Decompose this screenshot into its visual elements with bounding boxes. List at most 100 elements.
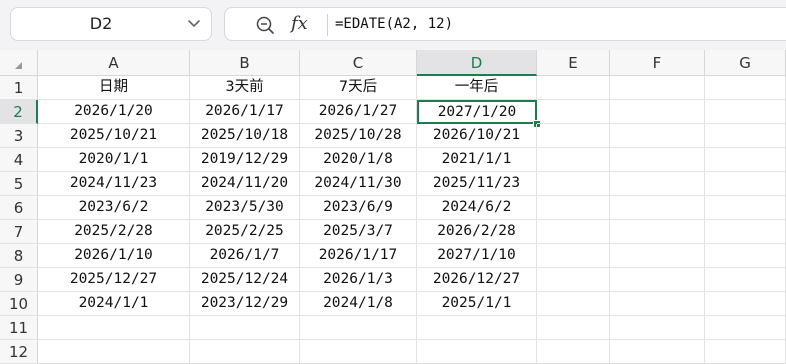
row-header-1[interactable]: 1 (0, 76, 38, 100)
cell-a6[interactable]: 2023/6/2 (38, 196, 190, 220)
cell-b3[interactable]: 2025/10/18 (190, 124, 300, 148)
cell-f2[interactable] (610, 100, 705, 124)
cell-b1[interactable]: 3天前 (190, 76, 300, 100)
row-header-8[interactable]: 8 (0, 244, 38, 268)
row-header-3[interactable]: 3 (0, 124, 38, 148)
formula-input[interactable]: fx =EDATE(A2, 12) (224, 7, 786, 41)
cell-c3[interactable]: 2025/10/28 (300, 124, 417, 148)
cell-e7[interactable] (537, 220, 610, 244)
column-header-e[interactable]: E (537, 50, 610, 76)
column-header-b[interactable]: B (190, 50, 300, 76)
cell-d11[interactable] (417, 316, 537, 340)
cell-a7[interactable]: 2025/2/28 (38, 220, 190, 244)
cell-a9[interactable]: 2025/12/27 (38, 268, 190, 292)
cell-b5[interactable]: 2024/11/20 (190, 172, 300, 196)
row-header-9[interactable]: 9 (0, 268, 38, 292)
cell-c1[interactable]: 7天后 (300, 76, 417, 100)
cell-e1[interactable] (537, 76, 610, 100)
cell-f1[interactable] (610, 76, 705, 100)
cell-e6[interactable] (537, 196, 610, 220)
row-header-4[interactable]: 4 (0, 148, 38, 172)
cell-b6[interactable]: 2023/5/30 (190, 196, 300, 220)
column-header-f[interactable]: F (610, 50, 705, 76)
cell-a10[interactable]: 2024/1/1 (38, 292, 190, 316)
column-header-c[interactable]: C (300, 50, 417, 76)
cell-g7[interactable] (705, 220, 786, 244)
cell-b10[interactable]: 2023/12/29 (190, 292, 300, 316)
cell-c2[interactable]: 2026/1/27 (300, 100, 417, 124)
column-header-d[interactable]: D (417, 50, 537, 76)
cell-d12[interactable] (417, 340, 537, 364)
cell-c10[interactable]: 2024/1/8 (300, 292, 417, 316)
cell-d7[interactable]: 2026/2/28 (417, 220, 537, 244)
cell-e5[interactable] (537, 172, 610, 196)
cell-a1[interactable]: 日期 (38, 76, 190, 100)
cell-b2[interactable]: 2026/1/17 (190, 100, 300, 124)
cell-e8[interactable] (537, 244, 610, 268)
cell-f9[interactable] (610, 268, 705, 292)
cell-a2[interactable]: 2026/1/20 (38, 100, 190, 124)
cell-d1[interactable]: 一年后 (417, 76, 537, 100)
cell-a5[interactable]: 2024/11/23 (38, 172, 190, 196)
cell-c5[interactable]: 2024/11/30 (300, 172, 417, 196)
cell-g9[interactable] (705, 268, 786, 292)
cell-f10[interactable] (610, 292, 705, 316)
cell-f8[interactable] (610, 244, 705, 268)
cell-g2[interactable] (705, 100, 786, 124)
cell-f12[interactable] (610, 340, 705, 364)
cell-b9[interactable]: 2025/12/24 (190, 268, 300, 292)
row-header-7[interactable]: 7 (0, 220, 38, 244)
cell-e10[interactable] (537, 292, 610, 316)
cell-e2[interactable] (537, 100, 610, 124)
cell-b4[interactable]: 2019/12/29 (190, 148, 300, 172)
row-header-11[interactable]: 11 (0, 316, 38, 340)
cell-e11[interactable] (537, 316, 610, 340)
cell-g6[interactable] (705, 196, 786, 220)
cell-c9[interactable]: 2026/1/3 (300, 268, 417, 292)
cell-c4[interactable]: 2020/1/8 (300, 148, 417, 172)
cell-f5[interactable] (610, 172, 705, 196)
cell-c7[interactable]: 2025/3/7 (300, 220, 417, 244)
cell-d8[interactable]: 2027/1/10 (417, 244, 537, 268)
cell-f4[interactable] (610, 148, 705, 172)
chevron-down-icon[interactable] (187, 16, 201, 30)
cell-g10[interactable] (705, 292, 786, 316)
cell-b11[interactable] (190, 316, 300, 340)
cell-d2[interactable]: 2027/1/20 (417, 100, 537, 124)
cell-g8[interactable] (705, 244, 786, 268)
cell-a8[interactable]: 2026/1/10 (38, 244, 190, 268)
row-header-6[interactable]: 6 (0, 196, 38, 220)
column-header-g[interactable]: G (705, 50, 786, 76)
row-header-5[interactable]: 5 (0, 172, 38, 196)
formula-text[interactable]: =EDATE(A2, 12) (335, 8, 453, 40)
cell-e9[interactable] (537, 268, 610, 292)
cell-g12[interactable] (705, 340, 786, 364)
cell-f7[interactable] (610, 220, 705, 244)
cell-d5[interactable]: 2025/11/23 (417, 172, 537, 196)
select-all-corner[interactable] (0, 50, 38, 76)
cell-b12[interactable] (190, 340, 300, 364)
cell-d9[interactable]: 2026/12/27 (417, 268, 537, 292)
cell-e12[interactable] (537, 340, 610, 364)
cell-b8[interactable]: 2026/1/7 (190, 244, 300, 268)
cell-g5[interactable] (705, 172, 786, 196)
row-header-12[interactable]: 12 (0, 340, 38, 364)
cell-a11[interactable] (38, 316, 190, 340)
cell-d4[interactable]: 2021/1/1 (417, 148, 537, 172)
function-fx-icon[interactable]: fx (291, 11, 315, 37)
cell-e3[interactable] (537, 124, 610, 148)
cell-b7[interactable]: 2025/2/25 (190, 220, 300, 244)
name-box[interactable]: D2 (10, 7, 212, 41)
cell-a12[interactable] (38, 340, 190, 364)
cell-g11[interactable] (705, 316, 786, 340)
cell-f3[interactable] (610, 124, 705, 148)
cell-a4[interactable]: 2020/1/1 (38, 148, 190, 172)
cell-c11[interactable] (300, 316, 417, 340)
cell-f11[interactable] (610, 316, 705, 340)
cell-g1[interactable] (705, 76, 786, 100)
zoom-search-icon[interactable] (255, 15, 275, 35)
cell-e4[interactable] (537, 148, 610, 172)
cell-c8[interactable]: 2026/1/17 (300, 244, 417, 268)
cell-c12[interactable] (300, 340, 417, 364)
cell-d10[interactable]: 2025/1/1 (417, 292, 537, 316)
